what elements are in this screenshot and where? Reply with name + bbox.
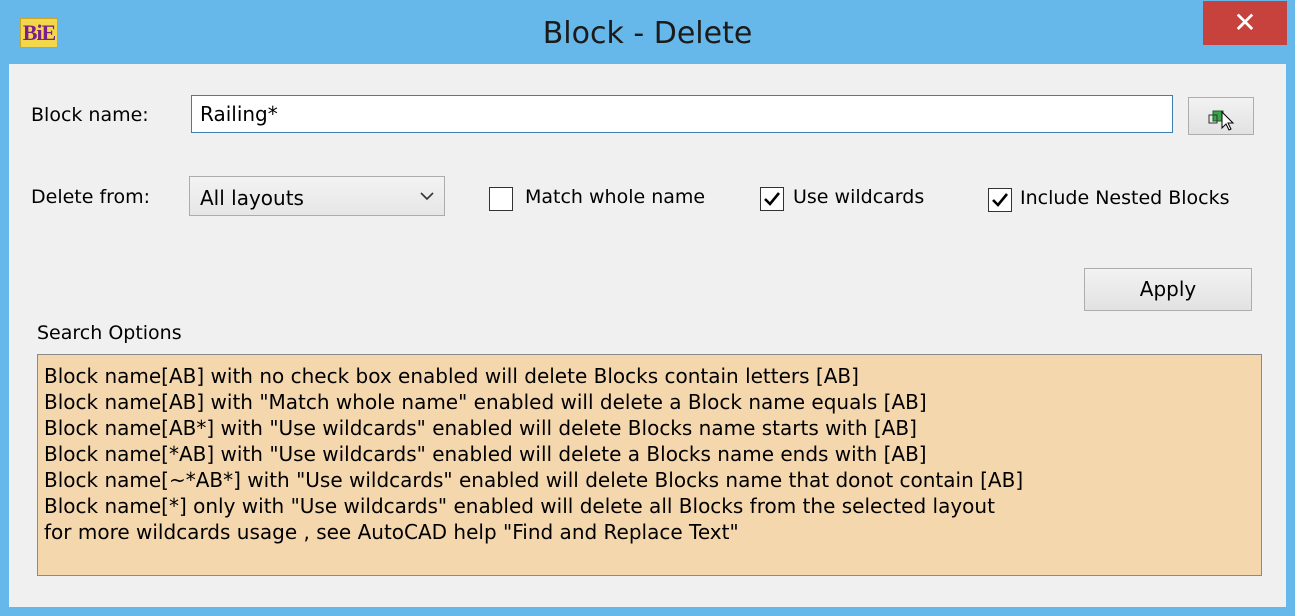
- close-button[interactable]: ✕: [1203, 1, 1287, 45]
- match-whole-name-checkbox[interactable]: [489, 187, 513, 211]
- block-pick-icon: [1208, 110, 1235, 131]
- search-options-text: Block name[AB] with no check box enabled…: [37, 354, 1262, 576]
- apply-button[interactable]: Apply: [1084, 268, 1252, 311]
- delete-from-select[interactable]: All layouts: [189, 176, 445, 216]
- search-option-line: Block name[*AB] with "Use wildcards" ena…: [44, 442, 927, 466]
- search-option-line: Block name[AB*] with "Use wildcards" ena…: [44, 416, 917, 440]
- delete-from-selected-value: All layouts: [200, 186, 304, 210]
- window-title: Block - Delete: [542, 16, 753, 51]
- chevron-down-icon: [420, 192, 434, 201]
- use-wildcards-checkbox[interactable]: [760, 187, 784, 211]
- search-option-line: Block name[*] only with "Use wildcards" …: [44, 494, 995, 518]
- dialog-body: Block name: Railing* Delete from: All la…: [9, 64, 1286, 607]
- pick-block-button[interactable]: [1188, 97, 1254, 135]
- search-option-line: Block name[~*AB*] with "Use wildcards" e…: [44, 468, 1024, 492]
- block-name-label: Block name:: [31, 104, 149, 126]
- search-option-line: for more wildcards usage , see AutoCAD h…: [44, 520, 739, 544]
- search-option-line: Block name[AB] with no check box enabled…: [44, 364, 859, 388]
- search-option-line: Block name[AB] with "Match whole name" e…: [44, 390, 927, 414]
- include-nested-blocks-checkbox[interactable]: [988, 188, 1012, 212]
- title-bar: BiE Block - Delete ✕: [0, 0, 1295, 64]
- checkmark-icon: [764, 192, 781, 206]
- delete-from-label: Delete from:: [31, 186, 151, 208]
- block-name-input[interactable]: Railing*: [191, 95, 1173, 133]
- match-whole-name-label: Match whole name: [525, 186, 706, 208]
- include-nested-blocks-label: Include Nested Blocks: [1020, 187, 1230, 209]
- dialog-window: BiE Block - Delete ✕ Block name: Railing…: [0, 0, 1295, 616]
- search-options-title: Search Options: [37, 322, 182, 344]
- checkmark-icon: [992, 193, 1009, 207]
- use-wildcards-label: Use wildcards: [793, 186, 925, 208]
